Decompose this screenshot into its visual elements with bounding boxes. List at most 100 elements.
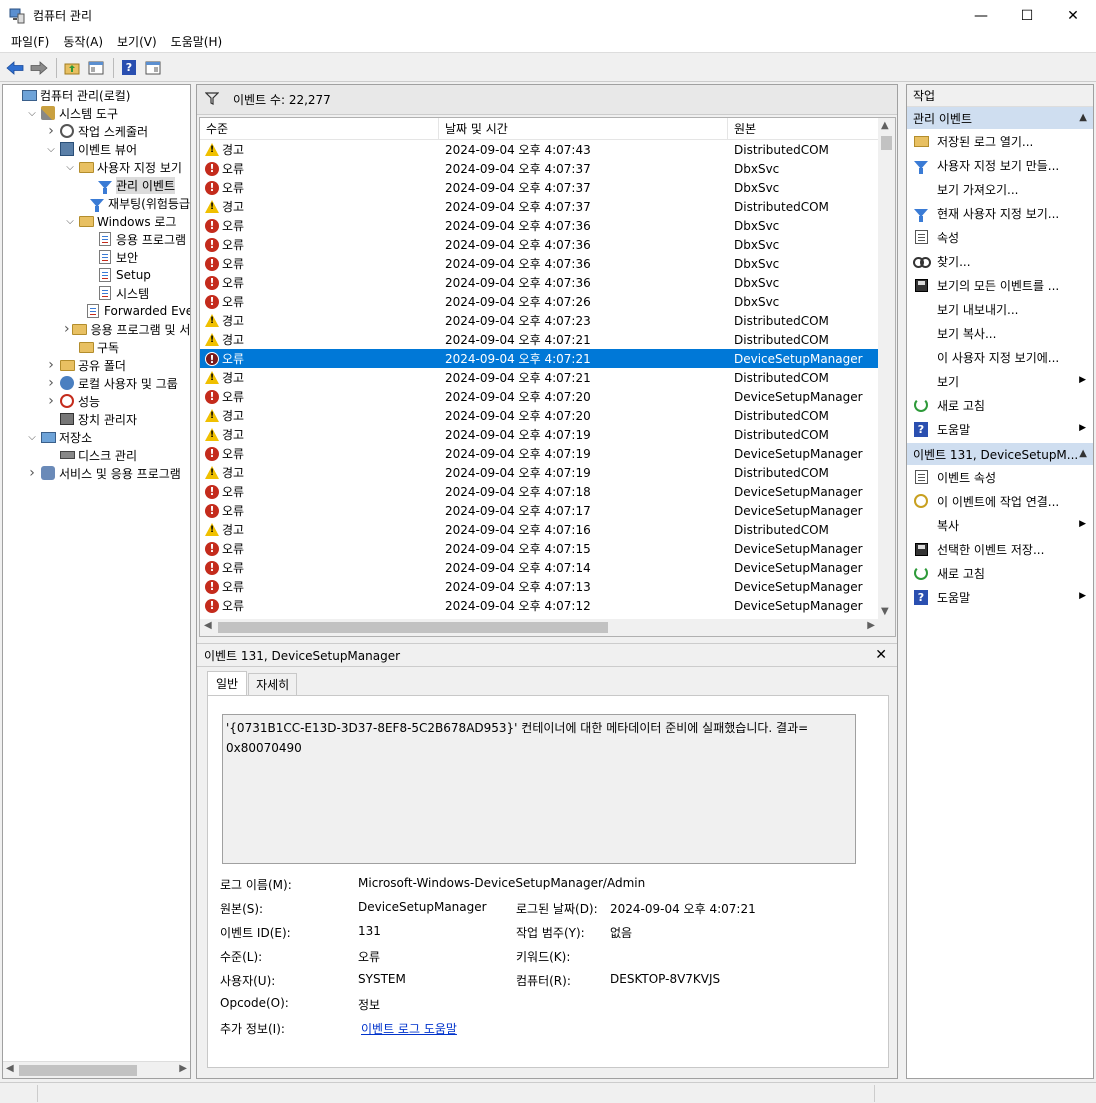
tree-item[interactable]: ⌵ 저장소 bbox=[3, 428, 190, 446]
action-item[interactable]: 현재 사용자 지정 보기... bbox=[907, 201, 1093, 225]
tree-item[interactable]: › 응용 프로그램 및 서 bbox=[3, 320, 190, 338]
table-row[interactable]: 경고 2024-09-04 오후 4:07:16 DistributedCOM bbox=[200, 520, 880, 539]
collapsed-chevron-icon[interactable]: › bbox=[45, 393, 57, 409]
tree-item[interactable]: Forwarded Even bbox=[3, 302, 190, 320]
expanded-chevron-icon[interactable]: ⌵ bbox=[26, 107, 38, 119]
scroll-left-icon[interactable]: ◀ bbox=[204, 620, 212, 631]
help-button[interactable]: ? bbox=[118, 57, 140, 79]
action-item[interactable]: 새로 고침 bbox=[907, 393, 1093, 417]
column-header-source[interactable]: 원본 bbox=[728, 118, 880, 140]
scroll-left-icon[interactable]: ◀ bbox=[6, 1063, 14, 1074]
tree-item[interactable]: 보안 bbox=[3, 248, 190, 266]
tree-item[interactable]: 재부팅(위험등급 bbox=[3, 194, 190, 212]
tree-item[interactable]: › 성능 bbox=[3, 392, 190, 410]
table-row[interactable]: 경고 2024-09-04 오후 4:07:21 DistributedCOM bbox=[200, 330, 880, 349]
collapse-icon[interactable]: ▲ bbox=[1079, 448, 1087, 459]
event-description[interactable]: '{0731B1CC-E13D-3D37-8EF8-5C2B678AD953}'… bbox=[222, 714, 856, 864]
table-row[interactable]: ! 오류 2024-09-04 오후 4:07:19 DeviceSetupManag… bbox=[200, 444, 880, 463]
tree-item[interactable]: Setup bbox=[3, 266, 190, 284]
event-table-vertical-scrollbar[interactable]: ▲ ▼ bbox=[878, 118, 895, 619]
tree-item[interactable]: ⌵ Windows 로그 bbox=[3, 212, 190, 230]
show-hide-action-pane-button[interactable] bbox=[142, 57, 164, 79]
table-row[interactable]: ! 오류 2024-09-04 오후 4:07:15 DeviceSetupManag… bbox=[200, 539, 880, 558]
table-row[interactable]: 경고 2024-09-04 오후 4:07:23 DistributedCOM bbox=[200, 311, 880, 330]
tree-item[interactable]: ⌵ 시스템 도구 bbox=[3, 104, 190, 122]
action-item[interactable]: ? 도움말 ▶ bbox=[907, 417, 1093, 441]
maximize-button[interactable]: ☐ bbox=[1004, 0, 1050, 31]
collapsed-chevron-icon[interactable]: › bbox=[45, 375, 57, 391]
table-row[interactable]: 경고 2024-09-04 오후 4:07:21 DistributedCOM bbox=[200, 368, 880, 387]
expanded-chevron-icon[interactable]: ⌵ bbox=[64, 161, 76, 173]
close-detail-icon[interactable]: ✕ bbox=[875, 647, 887, 663]
scroll-right-icon[interactable]: ▶ bbox=[867, 620, 875, 631]
table-row[interactable]: ! 오류 2024-09-04 오후 4:07:36 DbxSvc bbox=[200, 273, 880, 292]
tree-item[interactable]: ⌵ 이벤트 뷰어 bbox=[3, 140, 190, 158]
column-header-date[interactable]: 날짜 및 시간 bbox=[439, 118, 728, 140]
tree-item[interactable]: › 로컬 사용자 및 그룹 bbox=[3, 374, 190, 392]
table-row[interactable]: ! 오류 2024-09-04 오후 4:07:36 DbxSvc bbox=[200, 216, 880, 235]
action-item[interactable]: 선택한 이벤트 저장... bbox=[907, 537, 1093, 561]
tree-horizontal-scrollbar[interactable]: ◀ ▶ bbox=[3, 1061, 190, 1078]
up-level-button[interactable] bbox=[61, 57, 83, 79]
tree-item[interactable]: 시스템 bbox=[3, 284, 190, 302]
table-row[interactable]: ! 오류 2024-09-04 오후 4:07:12 DeviceSetupManag… bbox=[200, 596, 880, 615]
collapsed-chevron-icon[interactable]: › bbox=[64, 321, 70, 337]
event-table-horizontal-scrollbar[interactable]: ◀ ▶ bbox=[200, 619, 895, 636]
action-item[interactable]: 보기 ▶ bbox=[907, 369, 1093, 393]
tree-item[interactable]: 디스크 관리 bbox=[3, 446, 190, 464]
tree-item[interactable]: 구독 bbox=[3, 338, 190, 356]
table-row[interactable]: ! 오류 2024-09-04 오후 4:07:37 DbxSvc bbox=[200, 178, 880, 197]
table-row[interactable]: 경고 2024-09-04 오후 4:07:37 DistributedCOM bbox=[200, 197, 880, 216]
expanded-chevron-icon[interactable]: ⌵ bbox=[26, 431, 38, 443]
collapsed-chevron-icon[interactable]: › bbox=[45, 357, 57, 373]
table-row[interactable]: ! 오류 2024-09-04 오후 4:07:20 DeviceSetupManag… bbox=[200, 387, 880, 406]
scroll-up-icon[interactable]: ▲ bbox=[881, 120, 889, 131]
tab-details[interactable]: 자세히 bbox=[248, 673, 298, 695]
expanded-chevron-icon[interactable]: ⌵ bbox=[64, 215, 76, 227]
table-row[interactable]: ! 오류 2024-09-04 오후 4:07:21 DeviceSetupManag… bbox=[200, 349, 880, 368]
menu-action[interactable]: 동작(A) bbox=[56, 33, 110, 50]
scroll-right-icon[interactable]: ▶ bbox=[179, 1063, 187, 1074]
table-row[interactable]: ! 오류 2024-09-04 오후 4:07:37 DbxSvc bbox=[200, 159, 880, 178]
tree-item[interactable]: 관리 이벤트 bbox=[3, 176, 190, 194]
column-header-level[interactable]: 수준 bbox=[200, 118, 439, 140]
menu-file[interactable]: 파일(F) bbox=[4, 33, 56, 50]
table-row[interactable]: 경고 2024-09-04 오후 4:07:43 DistributedCOM bbox=[200, 140, 880, 159]
table-row[interactable]: ! 오류 2024-09-04 오후 4:07:17 DeviceSetupManag… bbox=[200, 501, 880, 520]
minimize-button[interactable]: — bbox=[958, 0, 1004, 31]
action-item[interactable]: 사용자 지정 보기 만들... bbox=[907, 153, 1093, 177]
tree-item[interactable]: ⌵ 사용자 지정 보기 bbox=[3, 158, 190, 176]
action-item[interactable]: 새로 고침 bbox=[907, 561, 1093, 585]
collapsed-chevron-icon[interactable]: › bbox=[26, 465, 38, 481]
tab-general[interactable]: 일반 bbox=[207, 671, 248, 695]
table-row[interactable]: 경고 2024-09-04 오후 4:07:19 DistributedCOM bbox=[200, 463, 880, 482]
action-item[interactable]: 보기 복사... bbox=[907, 321, 1093, 345]
table-row[interactable]: ! 오류 2024-09-04 오후 4:07:14 DeviceSetupManag… bbox=[200, 558, 880, 577]
tree-item[interactable]: 장치 관리자 bbox=[3, 410, 190, 428]
table-row[interactable]: ! 오류 2024-09-04 오후 4:07:36 DbxSvc bbox=[200, 235, 880, 254]
scroll-down-icon[interactable]: ▼ bbox=[881, 606, 889, 617]
action-item[interactable]: 보기 내보내기... bbox=[907, 297, 1093, 321]
table-row[interactable]: ! 오류 2024-09-04 오후 4:07:18 DeviceSetupManag… bbox=[200, 482, 880, 501]
action-item[interactable]: 이 사용자 지정 보기에... bbox=[907, 345, 1093, 369]
action-item[interactable]: 이 이벤트에 작업 연결... bbox=[907, 489, 1093, 513]
event-log-help-link[interactable]: 이벤트 로그 도움말 bbox=[361, 1020, 457, 1037]
close-button[interactable]: ✕ bbox=[1050, 0, 1096, 31]
action-item[interactable]: 속성 bbox=[907, 225, 1093, 249]
expanded-chevron-icon[interactable]: ⌵ bbox=[45, 143, 57, 155]
tree-item[interactable]: 응용 프로그램 bbox=[3, 230, 190, 248]
actions-section-custom-view[interactable]: 관리 이벤트 ▲ bbox=[907, 107, 1093, 129]
menu-view[interactable]: 보기(V) bbox=[110, 33, 164, 50]
tree-item[interactable]: › 서비스 및 응용 프로그램 bbox=[3, 464, 190, 482]
actions-section-event[interactable]: 이벤트 131, DeviceSetupM... ▲ bbox=[907, 443, 1093, 465]
table-row[interactable]: ! 오류 2024-09-04 오후 4:07:36 DbxSvc bbox=[200, 254, 880, 273]
collapse-icon[interactable]: ▲ bbox=[1079, 112, 1087, 123]
action-item[interactable]: 보기의 모든 이벤트를 ... bbox=[907, 273, 1093, 297]
menu-help[interactable]: 도움말(H) bbox=[164, 33, 230, 50]
action-item[interactable]: 이벤트 속성 bbox=[907, 465, 1093, 489]
action-item[interactable]: ? 도움말 ▶ bbox=[907, 585, 1093, 609]
action-item[interactable]: 찾기... bbox=[907, 249, 1093, 273]
back-button[interactable] bbox=[4, 57, 26, 79]
action-item[interactable]: 저장된 로그 열기... bbox=[907, 129, 1093, 153]
table-row[interactable]: 경고 2024-09-04 오후 4:07:19 DistributedCOM bbox=[200, 425, 880, 444]
